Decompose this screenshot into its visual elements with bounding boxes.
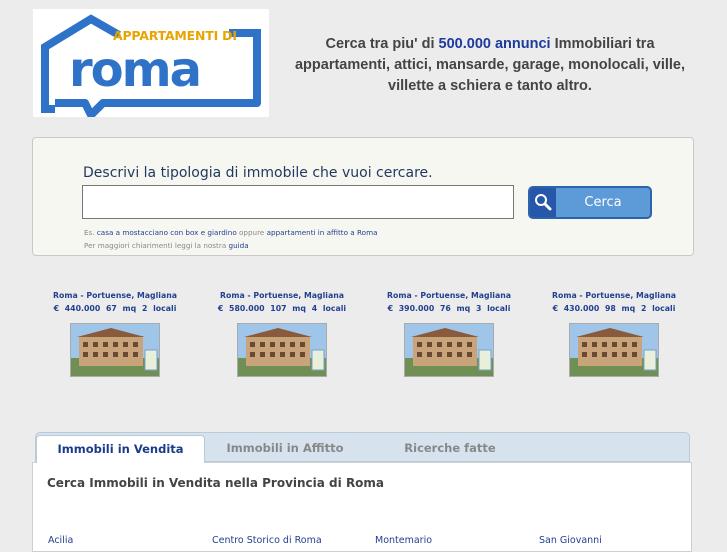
listing-card[interactable]: Roma - Portuense, Magliana € 580.000 107… (199, 290, 365, 377)
listing-rooms: 3 locali (475, 304, 511, 313)
hint2-prefix: Per maggiori chiarimenti leggi la nostra (84, 241, 229, 250)
listing-photo[interactable] (237, 323, 327, 377)
search-hint-guide: Per maggiori chiarimenti leggi la nostra… (84, 241, 249, 250)
listing-details: € 580.000 107 mq 4 locali (199, 302, 365, 316)
tabs-section: Immobili in Vendita Immobili in Affitto … (32, 432, 692, 552)
tab-vendita[interactable]: Immobili in Vendita (36, 435, 205, 463)
listing-price: € 390.000 (387, 304, 435, 313)
hint-mid: oppure (236, 228, 267, 237)
guide-link[interactable]: guida (229, 241, 249, 250)
listing-details: € 430.000 98 mq 2 locali (531, 302, 697, 316)
city-link[interactable]: San Giovanni (539, 535, 602, 546)
search-button-label: Cerca (584, 195, 622, 210)
listing-price: € 430.000 (552, 304, 600, 313)
hint-prefix: Es. (84, 228, 97, 237)
hint-example-link-2[interactable]: appartamenti in affitto a Roma (267, 228, 378, 237)
city-link[interactable]: Acilia (48, 535, 73, 546)
building-photo-icon (71, 324, 159, 376)
listing-photo[interactable] (569, 323, 659, 377)
city-link[interactable]: Montemario (375, 535, 432, 546)
search-panel: Descrivi la tipologia di immobile che vu… (32, 137, 694, 256)
tagline-highlight: 500.000 annunci (438, 36, 551, 52)
listing-location[interactable]: Roma - Portuense, Magliana (32, 290, 198, 302)
listing-size: 76 mq (439, 304, 471, 313)
listing-card[interactable]: Roma - Portuense, Magliana € 390.000 76 … (366, 290, 532, 377)
tagline: Cerca tra piu' di 500.000 annunci Immobi… (282, 34, 698, 97)
listing-size: 98 mq (604, 304, 636, 313)
listing-price: € 440.000 (53, 304, 101, 313)
listing-details: € 390.000 76 mq 3 locali (366, 302, 532, 316)
tagline-before: Cerca tra piu' di (325, 36, 439, 52)
listing-rooms: 2 locali (141, 304, 177, 313)
building-photo-icon (405, 324, 493, 376)
building-photo-icon (238, 324, 326, 376)
listing-size: 67 mq (105, 304, 137, 313)
tab-panel: Cerca Immobili in Vendita nella Provinci… (32, 462, 692, 552)
tab-ricerche[interactable]: Ricerche fatte (370, 435, 530, 463)
listing-rooms: 2 locali (640, 304, 676, 313)
listing-photo[interactable] (70, 323, 160, 377)
listing-photo[interactable] (404, 323, 494, 377)
listing-details: € 440.000 67 mq 2 locali (32, 302, 198, 316)
building-photo-icon (570, 324, 658, 376)
search-icon (530, 188, 556, 217)
listing-price: € 580.000 (217, 304, 265, 313)
search-hint-examples: Es. casa a mostacciano con box e giardin… (84, 228, 377, 237)
listing-rooms: 4 locali (311, 304, 347, 313)
hint-example-link-1[interactable]: casa a mostacciano con box e giardino (97, 228, 237, 237)
listing-location[interactable]: Roma - Portuense, Magliana (199, 290, 365, 302)
listing-location[interactable]: Roma - Portuense, Magliana (531, 290, 697, 302)
search-title: Descrivi la tipologia di immobile che vu… (83, 165, 433, 181)
site-logo[interactable]: APPARTAMENTI DI roma (33, 9, 269, 117)
listing-location[interactable]: Roma - Portuense, Magliana (366, 290, 532, 302)
city-link[interactable]: Centro Storico di Roma (212, 535, 322, 546)
search-button[interactable]: Cerca (528, 186, 652, 219)
panel-title: Cerca Immobili in Vendita nella Provinci… (47, 476, 385, 490)
listing-card[interactable]: Roma - Portuense, Magliana € 440.000 67 … (32, 290, 198, 377)
search-input[interactable] (82, 185, 514, 219)
listing-size: 107 mq (270, 304, 306, 313)
tab-affitto[interactable]: Immobili in Affitto (205, 435, 365, 463)
logo-word: roma (69, 42, 202, 98)
listing-card[interactable]: Roma - Portuense, Magliana € 430.000 98 … (531, 290, 697, 377)
